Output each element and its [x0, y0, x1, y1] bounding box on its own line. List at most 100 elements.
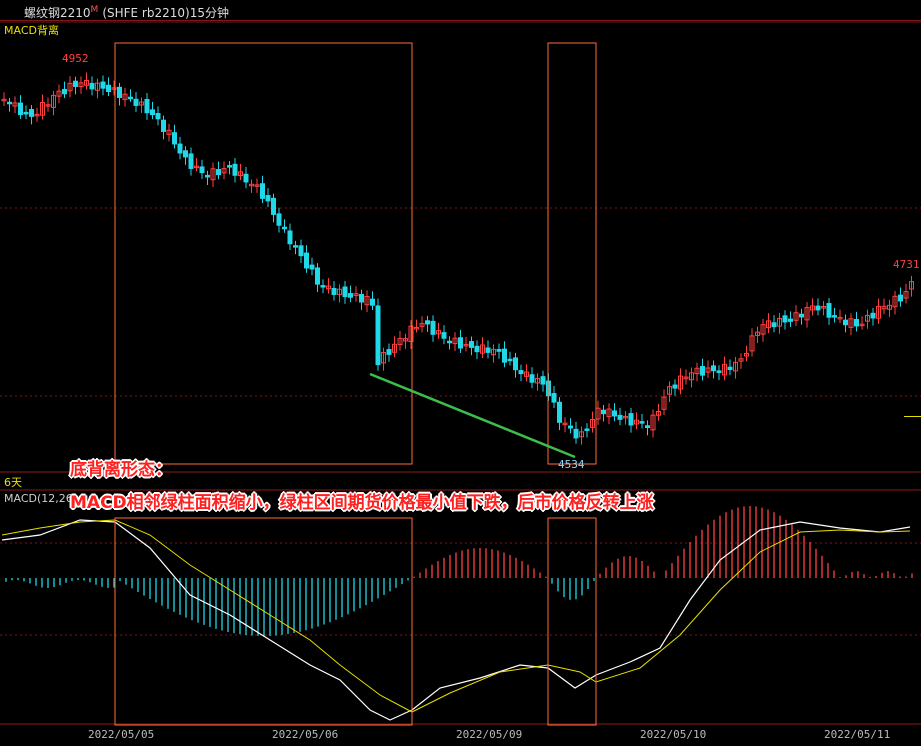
candle-body [832, 315, 837, 318]
candle-body [89, 82, 95, 90]
candle-body [298, 245, 304, 257]
candle-body [370, 298, 375, 306]
candle-body [568, 425, 573, 429]
candle-body [672, 384, 678, 389]
candle-body [441, 332, 447, 339]
high-price-label: 4952 [62, 52, 89, 65]
candle-body [573, 428, 579, 439]
date-label-0: 2022/05/05 [88, 728, 155, 741]
candle-body [507, 358, 513, 362]
candle-body [282, 226, 287, 230]
candle-body [271, 197, 276, 215]
candle-body [260, 183, 265, 199]
candle-body [617, 414, 623, 420]
divergence-trend-line [369, 372, 576, 459]
candle-body [843, 319, 848, 326]
candle-body [205, 174, 210, 178]
candle-body [304, 252, 309, 269]
candle-body [447, 340, 452, 344]
date-label-4: 2022/05/11 [824, 728, 891, 741]
candle-body [474, 345, 480, 353]
candle-body [601, 409, 606, 415]
period-label: 6天 [4, 476, 22, 489]
annotation-title: 底背离形态： [70, 460, 172, 480]
macd-indicator-label: MACD(12,26 [4, 492, 73, 505]
candle-body [496, 348, 502, 352]
candle-body [100, 81, 106, 89]
candle-body [293, 245, 298, 248]
candle-body [815, 305, 821, 311]
candle-body [227, 165, 232, 168]
candle-body [117, 86, 122, 98]
candle-body [232, 163, 238, 176]
candle-body [133, 98, 139, 106]
candle-body [386, 349, 392, 355]
candle-body [276, 213, 282, 226]
candle-body [144, 98, 150, 114]
candle-body [188, 153, 194, 169]
candle-body [73, 80, 78, 87]
candle-body [645, 425, 650, 429]
candle-body [771, 322, 777, 328]
candle-body [551, 393, 557, 403]
candle-body [106, 84, 111, 92]
candle-body [172, 132, 177, 145]
candle-body [309, 264, 315, 270]
date-label-2: 2022/05/09 [456, 728, 523, 741]
candle-body [348, 293, 353, 298]
candle-body [711, 365, 716, 372]
candle-body [639, 421, 645, 424]
annotation-description: MACD相邻绿柱面积缩小，绿柱区间期货价格最小值下跌，后市价格反转上涨 [70, 493, 654, 513]
candle-body [150, 109, 155, 116]
candle-body [485, 347, 491, 353]
last-price-label: 4731 [893, 258, 920, 271]
divergence-frame-1-price [114, 42, 413, 465]
candle-body [243, 173, 249, 183]
candle-body [518, 370, 524, 375]
candle-body [854, 318, 859, 327]
candle-body [359, 293, 364, 303]
candle-body [375, 305, 381, 366]
candle-body [469, 341, 474, 348]
candle-body [458, 337, 463, 349]
candle-body [557, 401, 562, 423]
candle-body [782, 315, 788, 323]
candle-body [727, 366, 733, 371]
low-price-label: 4534 [558, 458, 585, 471]
candle-body [425, 320, 430, 325]
candle-body [799, 313, 804, 318]
candle-body [216, 169, 221, 176]
chart-canvas[interactable] [0, 0, 921, 746]
candle-body [700, 366, 705, 376]
candle-body [7, 101, 12, 105]
date-label-3: 2022/05/10 [640, 728, 707, 741]
candle-body [826, 303, 832, 318]
candle-body [18, 102, 23, 116]
candle-body [612, 410, 617, 417]
candle-body [584, 428, 590, 431]
candle-body [161, 119, 166, 132]
candle-body [513, 357, 518, 371]
candle-body [331, 287, 337, 295]
candle-body [199, 166, 205, 174]
candle-body [788, 318, 793, 322]
candle-body [870, 312, 876, 319]
candle-body [342, 286, 348, 298]
candle-body [155, 113, 161, 120]
candle-body [29, 109, 34, 117]
current-price-marker [904, 416, 921, 417]
candle-body [898, 294, 903, 302]
candle-body [128, 96, 133, 100]
candle-body [540, 376, 546, 385]
candle-body [23, 111, 29, 115]
candle-body [177, 143, 183, 154]
divergence-frame-2-macd [547, 517, 597, 726]
candle-body [315, 267, 320, 285]
candle-body [320, 285, 326, 288]
candle-body [529, 374, 535, 383]
candle-body [62, 88, 67, 95]
candle-body [430, 320, 436, 335]
candle-body [628, 413, 634, 426]
date-label-1: 2022/05/06 [272, 728, 339, 741]
candle-body [265, 195, 271, 202]
